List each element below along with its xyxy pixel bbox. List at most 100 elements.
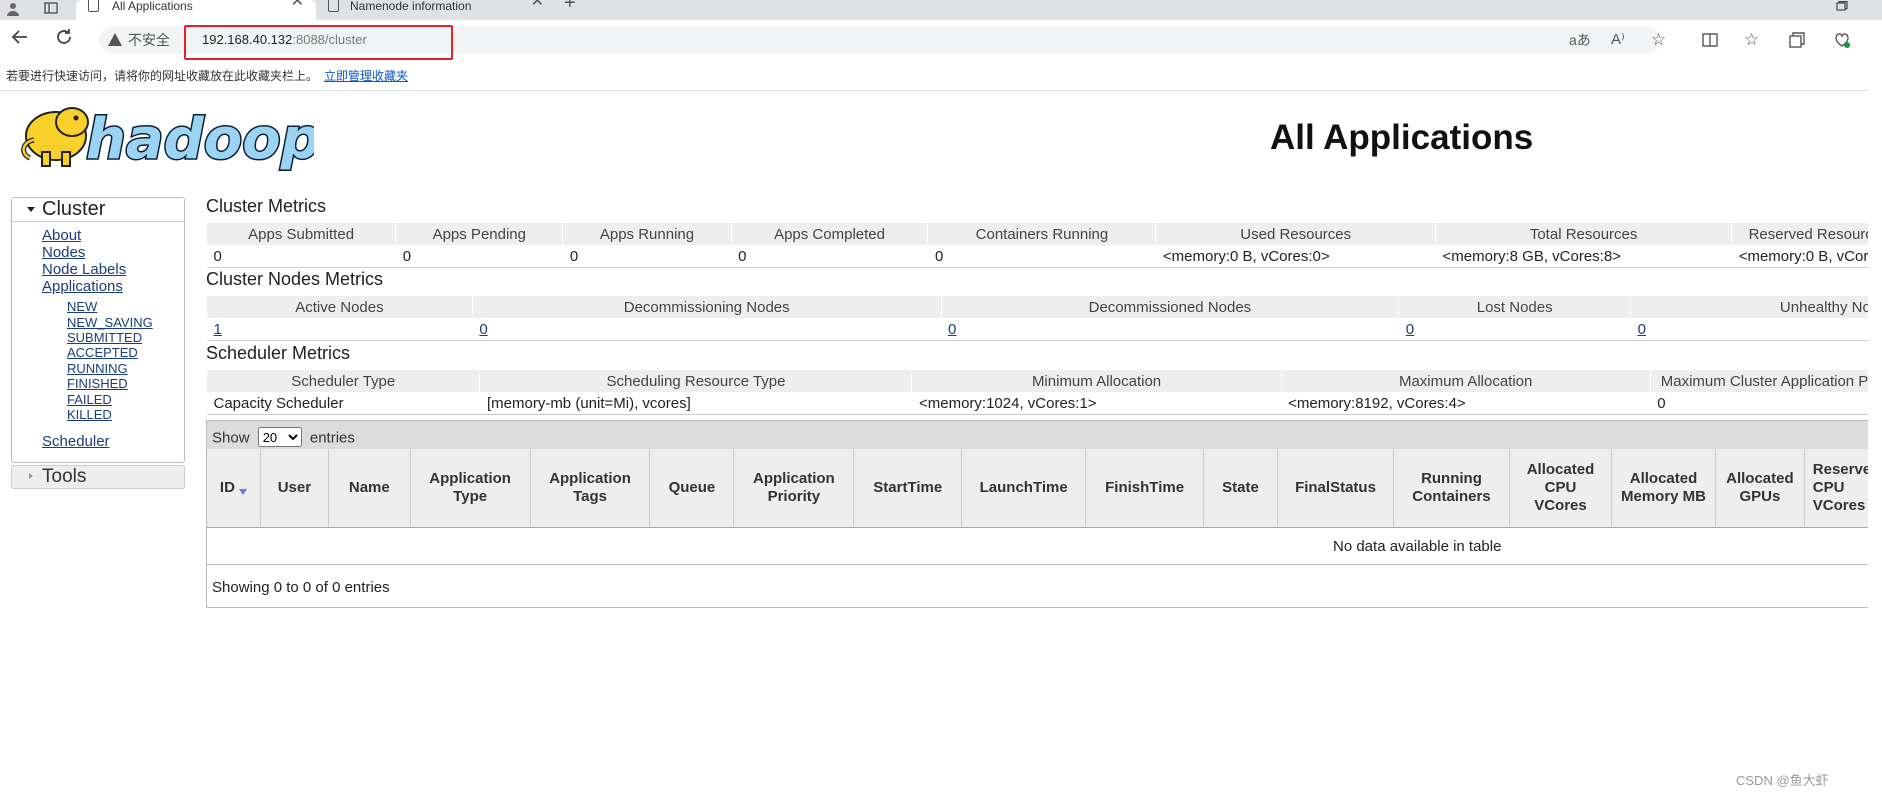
- restore-window-icon[interactable]: [1836, 0, 1848, 12]
- sidebar-link-new[interactable]: NEW: [67, 299, 97, 314]
- column-header-starttime[interactable]: StartTime: [853, 449, 962, 528]
- tab-namenode-information[interactable]: Namenode information ✕: [316, 0, 556, 20]
- sidebar-cluster: Cluster About Nodes Node Labels Applicat…: [11, 197, 185, 463]
- column-header: Apps Completed: [730, 222, 929, 246]
- table-cell: 1: [206, 318, 473, 341]
- column-header-name[interactable]: Name: [327, 449, 411, 528]
- sidebar-link-accepted[interactable]: ACCEPTED: [67, 345, 138, 360]
- close-tab-icon[interactable]: ✕: [531, 0, 544, 10]
- table-info: Showing 0 to 0 of 0 entries: [212, 579, 390, 596]
- column-header: Total Resources: [1435, 222, 1733, 246]
- sidebar-link-submitted[interactable]: SUBMITTED: [67, 330, 142, 345]
- cluster-metrics-title: Cluster Metrics: [206, 196, 327, 216]
- column-label: User: [277, 479, 312, 496]
- lost-nodes-link[interactable]: 0: [1406, 321, 1414, 338]
- unhealthy-nodes-link[interactable]: 0: [1638, 321, 1646, 338]
- column-header-application-type[interactable]: Application Type: [409, 449, 531, 528]
- sidebar-tools[interactable]: Tools: [11, 465, 185, 489]
- column-header: Containers Running: [927, 222, 1157, 246]
- active-nodes-link[interactable]: 1: [214, 321, 222, 338]
- profile-icon[interactable]: [6, 2, 20, 17]
- column-header: Minimum Allocation: [911, 369, 1282, 393]
- sidebar-link-new-saving[interactable]: NEW_SAVING: [67, 315, 153, 330]
- close-tab-icon[interactable]: ✕: [291, 0, 304, 10]
- column-header: Apps Submitted: [205, 222, 397, 246]
- column-header: Active Nodes: [206, 295, 473, 319]
- column-label: StartTime: [873, 479, 943, 496]
- table-header-row: Scheduler Type Scheduling Resource Type …: [205, 369, 1882, 393]
- back-icon[interactable]: [10, 27, 30, 51]
- favorites-icon[interactable]: ☆: [1744, 30, 1759, 50]
- favorite-star-icon[interactable]: ☆: [1651, 30, 1666, 50]
- sidebar-link-nodes[interactable]: Nodes: [42, 244, 85, 261]
- table-row: Capacity Scheduler [memory-mb (unit=Mi),…: [206, 392, 1882, 415]
- url-path: :8088/cluster: [292, 32, 367, 47]
- collections-icon[interactable]: [1789, 32, 1805, 53]
- column-header-application-tags[interactable]: Application Tags: [529, 449, 650, 528]
- column-label: State: [1222, 479, 1259, 496]
- vertical-scrollbar[interactable]: [1868, 90, 1882, 795]
- cluster-metrics-table: Apps Submitted Apps Pending Apps Running…: [205, 222, 1882, 268]
- read-aloud-icon[interactable]: aあ: [1569, 30, 1591, 50]
- table-header-row: ID User Name Application Type Applicatio…: [207, 449, 1882, 528]
- manage-favorites-link[interactable]: 立即管理收藏夹: [324, 67, 408, 84]
- browser-essentials-icon[interactable]: [1834, 32, 1850, 53]
- column-header-finishtime[interactable]: FinishTime: [1085, 449, 1204, 528]
- column-header-user[interactable]: User: [259, 449, 329, 528]
- nodes-metrics-table: Active Nodes Decommissioning Nodes Decom…: [206, 295, 1882, 341]
- decommissioning-nodes-link[interactable]: 0: [479, 321, 487, 338]
- column-header: Lost Nodes: [1398, 295, 1632, 319]
- browser-window: All Applications ✕ Namenode information …: [0, 0, 1882, 795]
- column-header-allocated-cpu-vcores[interactable]: Allocated CPU VCores: [1508, 449, 1612, 528]
- column-label: Application Tags: [549, 470, 631, 505]
- sidebar-link-killed[interactable]: KILLED: [67, 407, 112, 422]
- column-header: Maximum Cluster Application Priority: [1649, 369, 1882, 393]
- column-header-id[interactable]: ID: [207, 449, 261, 528]
- sidebar-link-scheduler[interactable]: Scheduler: [42, 433, 110, 450]
- nodes-metrics-title: Cluster Nodes Metrics: [206, 269, 384, 289]
- table-cell: Capacity Scheduler: [206, 392, 480, 415]
- decommissioned-nodes-link[interactable]: 0: [948, 321, 956, 338]
- column-header-queue[interactable]: Queue: [649, 449, 734, 528]
- sidebar-link-finished[interactable]: FINISHED: [67, 376, 128, 391]
- column-header: Scheduler Type: [205, 369, 481, 393]
- column-label: Application Type: [429, 470, 511, 505]
- column-header: Decommissioned Nodes: [940, 295, 1400, 319]
- table-cell: 0: [1630, 318, 1882, 341]
- security-indicator[interactable]: 不安全: [108, 30, 170, 50]
- split-screen-icon[interactable]: [1702, 32, 1718, 52]
- tab-all-applications[interactable]: All Applications ✕: [76, 0, 316, 20]
- page-size-select[interactable]: 10 20 50 100: [257, 427, 302, 447]
- sidebar-link-node-labels[interactable]: Node Labels: [42, 261, 126, 278]
- column-header-running-containers[interactable]: Running Containers: [1393, 449, 1510, 528]
- applications-table: ID User Name Application Type Applicatio…: [207, 449, 1882, 528]
- reader-mode-icon[interactable]: A⁾: [1611, 30, 1625, 50]
- column-header-application-priority[interactable]: Application Priority: [733, 449, 854, 528]
- watermark: CSDN @鱼大虾: [1736, 773, 1829, 788]
- url-text[interactable]: 192.168.40.132:8088/cluster: [202, 32, 367, 47]
- sidebar-link-about[interactable]: About: [42, 227, 81, 244]
- new-tab-button[interactable]: +: [564, 0, 576, 13]
- column-header-state[interactable]: State: [1203, 449, 1278, 528]
- svg-text:hadoop: hadoop: [86, 107, 314, 172]
- column-header: Reserved Resources: [1731, 222, 1882, 246]
- security-label: 不安全: [128, 32, 170, 48]
- refresh-icon[interactable]: [54, 27, 74, 51]
- column-header-finalstatus[interactable]: FinalStatus: [1276, 449, 1394, 528]
- empty-table-row: No data available in table: [207, 528, 1882, 565]
- column-header: Scheduling Resource Type: [479, 369, 913, 393]
- collapse-triangle-icon: [27, 207, 35, 212]
- column-label: LaunchTime: [979, 479, 1068, 496]
- sidebar-link-running[interactable]: RUNNING: [67, 361, 128, 376]
- column-header-launchtime[interactable]: LaunchTime: [961, 449, 1086, 528]
- column-header: Maximum Allocation: [1280, 369, 1651, 393]
- column-header-allocated-memory-mb[interactable]: Allocated Memory MB: [1611, 449, 1716, 528]
- sidebar-link-failed[interactable]: FAILED: [67, 392, 112, 407]
- scheduler-metrics-table: Scheduler Type Scheduling Resource Type …: [205, 369, 1882, 415]
- tab-actions-icon[interactable]: [44, 2, 58, 15]
- column-label: Running Containers: [1412, 470, 1491, 505]
- empty-message: No data available in table: [1333, 538, 1502, 555]
- cluster-section-header[interactable]: Cluster: [12, 198, 184, 222]
- sidebar-link-applications[interactable]: Applications: [42, 278, 123, 295]
- column-header-allocated-gpus[interactable]: Allocated GPUs: [1715, 449, 1805, 528]
